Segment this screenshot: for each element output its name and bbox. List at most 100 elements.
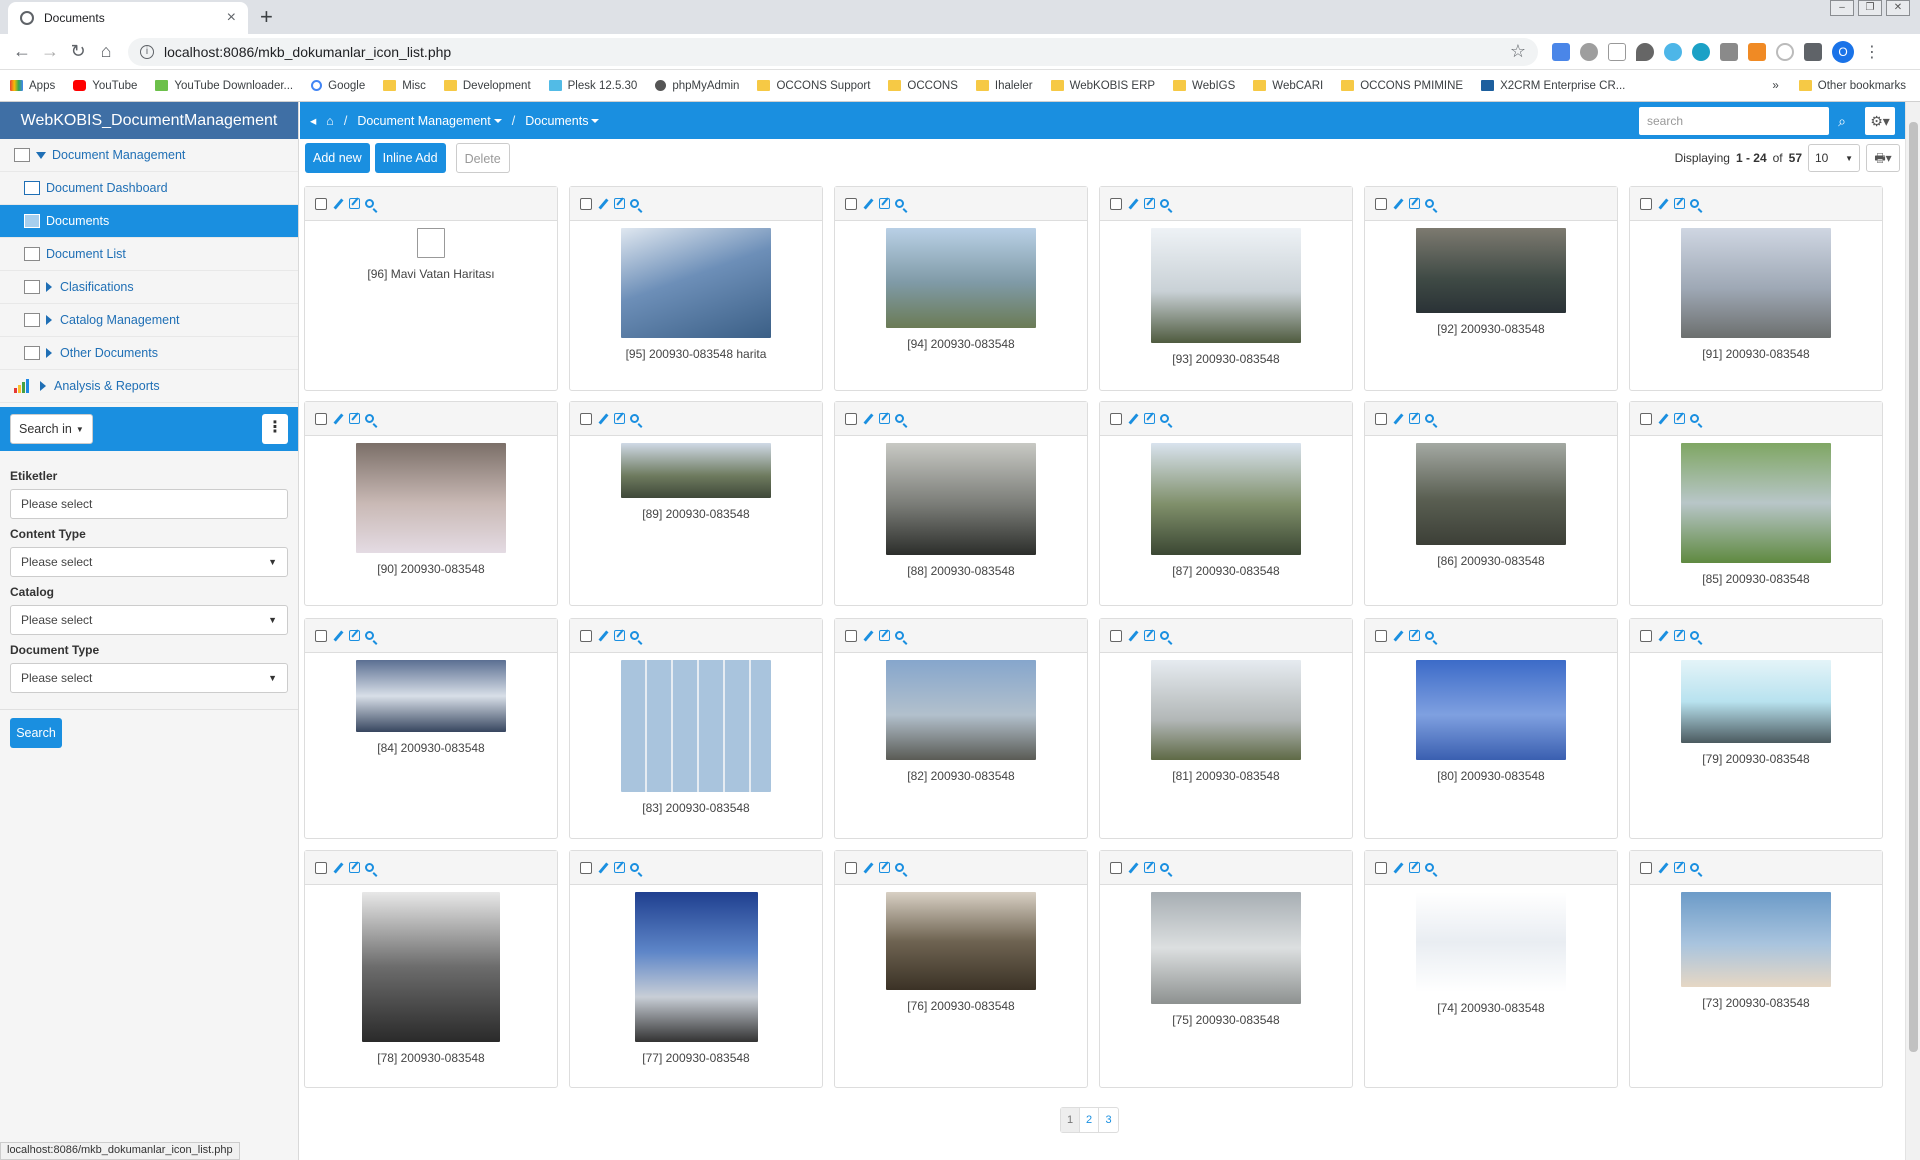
recycle-extension-icon[interactable]: [1580, 42, 1598, 61]
document-thumbnail[interactable]: [886, 228, 1036, 328]
document-caption[interactable]: [75] 200930-083548: [1100, 1013, 1352, 1027]
pencil-icon[interactable]: [1392, 413, 1404, 425]
document-card[interactable]: [88] 200930-083548: [834, 401, 1088, 606]
search-icon[interactable]: [1160, 199, 1169, 208]
pencil-icon[interactable]: [1657, 198, 1669, 210]
document-thumbnail[interactable]: [1151, 660, 1301, 760]
search-icon[interactable]: [630, 631, 639, 640]
search-icon[interactable]: [365, 863, 374, 872]
document-caption[interactable]: [90] 200930-083548: [305, 562, 557, 576]
search-icon[interactable]: [1690, 414, 1699, 423]
select-checkbox[interactable]: [845, 412, 857, 425]
edit-icon[interactable]: [1409, 198, 1420, 209]
puzzle-extensions-icon[interactable]: [1804, 42, 1822, 61]
menu-other-documents[interactable]: Other Documents: [0, 337, 298, 370]
search-icon[interactable]: [630, 414, 639, 423]
document-thumbnail[interactable]: [1681, 443, 1831, 563]
bookmark-other[interactable]: Other bookmarks: [1798, 80, 1906, 92]
document-thumbnail[interactable]: [1151, 228, 1301, 343]
document-card[interactable]: [93] 200930-083548: [1099, 186, 1353, 391]
document-card[interactable]: [81] 200930-083548: [1099, 618, 1353, 839]
bookmarks-overflow-icon[interactable]: »: [1772, 80, 1778, 92]
app-brand[interactable]: WebKOBIS_DocumentManagement: [0, 102, 298, 139]
pencil-icon[interactable]: [1392, 198, 1404, 210]
quick-search-input[interactable]: search: [1639, 106, 1829, 135]
document-thumbnail[interactable]: [886, 443, 1036, 555]
browser-tab[interactable]: Documents ×: [8, 2, 248, 34]
edit-icon[interactable]: [349, 630, 360, 641]
more-options-icon[interactable]: ⋮: [262, 414, 288, 444]
document-caption[interactable]: [83] 200930-083548: [570, 801, 822, 815]
edit-icon[interactable]: [1674, 413, 1685, 424]
forward-icon[interactable]: →: [36, 41, 64, 62]
document-card[interactable]: [85] 200930-083548: [1629, 401, 1883, 606]
document-caption[interactable]: [81] 200930-083548: [1100, 769, 1352, 783]
bookmark-misc[interactable]: Misc: [383, 80, 426, 92]
translate-extension-icon[interactable]: [1552, 42, 1570, 61]
edit-icon[interactable]: [614, 862, 625, 873]
content-type-select[interactable]: Please select ▼: [10, 547, 288, 577]
select-checkbox[interactable]: [1375, 861, 1387, 874]
bookmark-occons[interactable]: OCCONS: [888, 80, 958, 92]
select-checkbox[interactable]: [315, 629, 327, 642]
pencil-icon[interactable]: [862, 198, 874, 210]
document-card[interactable]: [87] 200930-083548: [1099, 401, 1353, 606]
document-card[interactable]: [79] 200930-083548: [1629, 618, 1883, 839]
breadcrumb-documents[interactable]: Documents: [525, 114, 600, 128]
document-caption[interactable]: [73] 200930-083548: [1630, 996, 1882, 1010]
document-card[interactable]: [91] 200930-083548: [1629, 186, 1883, 391]
document-card[interactable]: [96] Mavi Vatan Haritası: [304, 186, 558, 391]
bookmark-google[interactable]: Google: [311, 80, 365, 92]
document-card[interactable]: [86] 200930-083548: [1364, 401, 1618, 606]
edit-icon[interactable]: [614, 413, 625, 424]
records-per-page-select[interactable]: 10 ▼: [1808, 144, 1860, 172]
document-thumbnail[interactable]: [356, 660, 506, 732]
pencil-icon[interactable]: [862, 630, 874, 642]
document-card[interactable]: [74] 200930-083548: [1364, 850, 1618, 1088]
pencil-icon[interactable]: [1392, 630, 1404, 642]
search-icon[interactable]: [1690, 863, 1699, 872]
document-thumbnail[interactable]: [1416, 443, 1566, 545]
pencil-icon[interactable]: [597, 198, 609, 210]
document-caption[interactable]: [78] 200930-083548: [305, 1051, 557, 1065]
document-card[interactable]: [78] 200930-083548: [304, 850, 558, 1088]
document-caption[interactable]: [77] 200930-083548: [570, 1051, 822, 1065]
pencil-icon[interactable]: [597, 413, 609, 425]
search-icon[interactable]: [1425, 631, 1434, 640]
select-checkbox[interactable]: [1375, 412, 1387, 425]
search-icon[interactable]: [1690, 199, 1699, 208]
edit-icon[interactable]: [349, 413, 360, 424]
document-caption[interactable]: [91] 200930-083548: [1630, 347, 1882, 361]
search-icon[interactable]: [895, 199, 904, 208]
document-card[interactable]: [77] 200930-083548: [569, 850, 823, 1088]
document-thumbnail[interactable]: [1681, 228, 1831, 338]
document-caption[interactable]: [94] 200930-083548: [835, 337, 1087, 351]
orange-extension-icon[interactable]: [1748, 42, 1766, 61]
document-thumbnail[interactable]: [417, 228, 445, 258]
search-icon[interactable]: [630, 199, 639, 208]
bookmark-plesk[interactable]: Plesk 12.5.30: [548, 80, 637, 92]
search-icon[interactable]: [1160, 414, 1169, 423]
pencil-icon[interactable]: [1657, 630, 1669, 642]
inline-add-button[interactable]: Inline Add: [374, 143, 446, 173]
pencil-icon[interactable]: [862, 862, 874, 874]
select-checkbox[interactable]: [1640, 197, 1652, 210]
page-3[interactable]: 3: [1099, 1108, 1118, 1132]
document-caption[interactable]: [88] 200930-083548: [835, 564, 1087, 578]
search-in-dropdown[interactable]: Search in ▼: [10, 414, 93, 444]
circle-extension-icon[interactable]: [1776, 42, 1794, 61]
search-icon[interactable]: [365, 199, 374, 208]
pencil-icon[interactable]: [1392, 862, 1404, 874]
search-icon[interactable]: [1425, 414, 1434, 423]
pencil-icon[interactable]: [1657, 862, 1669, 874]
close-tab-icon[interactable]: ×: [227, 9, 236, 27]
select-checkbox[interactable]: [845, 197, 857, 210]
document-card[interactable]: [94] 200930-083548: [834, 186, 1088, 391]
pencil-icon[interactable]: [597, 862, 609, 874]
search-icon[interactable]: [895, 414, 904, 423]
document-card[interactable]: [90] 200930-083548: [304, 401, 558, 606]
close-window-icon[interactable]: ✕: [1886, 0, 1910, 16]
document-caption[interactable]: [93] 200930-083548: [1100, 352, 1352, 366]
bookmark-youtube[interactable]: YouTube: [73, 80, 137, 92]
menu-dots-icon[interactable]: ⋮: [1864, 42, 1880, 62]
